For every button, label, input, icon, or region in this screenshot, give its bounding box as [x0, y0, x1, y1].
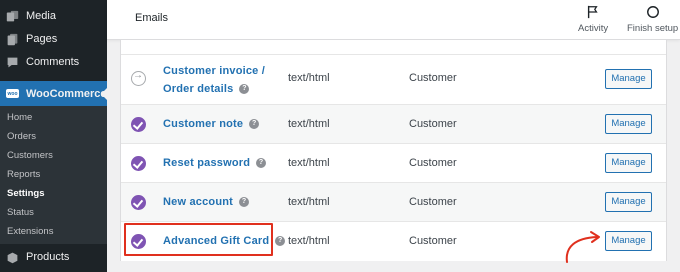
page-title: Emails — [135, 12, 169, 24]
email-name-line: Customer invoice / — [163, 65, 266, 77]
email-name-text: New account — [163, 196, 234, 208]
woocommerce-submenu: Home Orders Customers Reports Settings S… — [0, 106, 107, 244]
enabled-status-icon — [131, 117, 146, 132]
manage-button[interactable]: Manage — [605, 192, 652, 212]
woocommerce-icon: woo — [6, 89, 19, 98]
table-row: Reset password? text/html Customer Manag… — [121, 143, 666, 182]
flag-icon — [587, 5, 598, 19]
table-row: Customer note? text/html Customer Manage — [121, 104, 666, 143]
email-name-link[interactable]: Reset password? — [163, 157, 267, 169]
page-header: Emails Activity Finish setup — [107, 0, 680, 40]
enabled-status-icon — [131, 156, 146, 171]
highlight-box — [124, 223, 273, 256]
help-icon[interactable]: ? — [249, 119, 260, 130]
content-type: text/html — [288, 118, 330, 130]
submenu-item-home[interactable]: Home — [7, 112, 32, 123]
sidebar-item-products[interactable]: Products — [0, 246, 107, 268]
content-type: text/html — [288, 196, 330, 208]
sidebar-item-woocommerce[interactable]: woo WooCommerce — [0, 81, 107, 106]
curved-arrow-icon — [565, 231, 600, 263]
recipient: Customer — [409, 118, 457, 130]
help-icon[interactable]: ? — [239, 197, 250, 208]
sidebar-item-label: Pages — [26, 33, 58, 45]
sidebar-item-pages[interactable]: Pages — [0, 28, 107, 50]
content-type: text/html — [288, 235, 330, 247]
table-row: New account? text/html Customer Manage — [121, 182, 666, 221]
email-name-link[interactable]: Customer invoice / — [163, 65, 265, 77]
finish-setup-label: Finish setup — [627, 23, 679, 34]
products-icon — [5, 250, 19, 264]
media-icon — [5, 9, 19, 23]
progress-circle-icon — [646, 6, 659, 18]
finish-setup-button[interactable]: Finish setup — [627, 5, 678, 34]
submenu-item-customers[interactable]: Customers — [7, 150, 53, 161]
pages-icon — [5, 32, 19, 46]
sidebar-item-label: Products — [26, 251, 70, 263]
comments-icon — [5, 55, 19, 69]
email-name-link[interactable]: Customer note? — [163, 118, 260, 130]
submenu-item-reports[interactable]: Reports — [7, 169, 40, 180]
sidebar-item-label: WooCommerce — [26, 87, 107, 100]
activity-button[interactable]: Activity — [578, 5, 608, 34]
activity-label: Activity — [578, 23, 609, 34]
enabled-status-icon — [131, 195, 146, 210]
recipient: Customer — [409, 196, 457, 208]
manage-button[interactable]: Manage — [605, 114, 652, 134]
manage-button[interactable]: Manage — [605, 153, 652, 173]
help-icon[interactable]: ? — [256, 158, 267, 169]
email-name-text: Reset password — [163, 157, 251, 169]
table-row: Customer invoice / Order details? text/h… — [121, 54, 666, 104]
email-name-link[interactable]: Order details? — [163, 83, 250, 95]
email-name-text: Customer note — [163, 118, 244, 130]
admin-sidebar: Media Pages Comments woo WooCommerce Hom… — [0, 0, 107, 272]
content-type: text/html — [288, 157, 330, 169]
sidebar-item-label: Media — [26, 10, 56, 22]
recipient: Customer — [409, 72, 457, 84]
manual-status-icon — [131, 70, 146, 86]
recipient: Customer — [409, 157, 457, 169]
sidebar-item-media[interactable]: Media — [0, 5, 107, 27]
help-icon[interactable]: ? — [239, 84, 250, 95]
help-icon[interactable]: ? — [275, 236, 286, 247]
recipient: Customer — [409, 235, 457, 247]
manage-button[interactable]: Manage — [605, 69, 652, 89]
sidebar-item-comments[interactable]: Comments — [0, 51, 107, 73]
sidebar-item-label: Comments — [26, 56, 80, 68]
submenu-item-orders[interactable]: Orders — [7, 131, 36, 142]
email-name-link[interactable]: New account? — [163, 196, 250, 208]
submenu-item-extensions[interactable]: Extensions — [7, 226, 53, 237]
manage-button[interactable]: Manage — [605, 231, 652, 251]
email-name-line: Order details — [163, 83, 234, 95]
content-type: text/html — [288, 72, 330, 84]
submenu-item-status[interactable]: Status — [7, 207, 34, 218]
submenu-item-settings[interactable]: Settings — [7, 188, 44, 199]
